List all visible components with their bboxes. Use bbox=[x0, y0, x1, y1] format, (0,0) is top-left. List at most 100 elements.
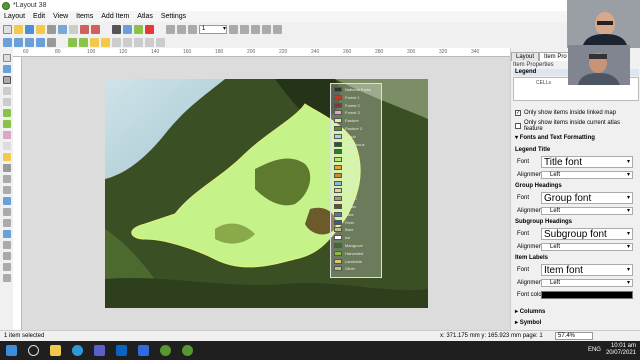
layout-canvas[interactable]: National Parks Forest 1 Forest 2 Forest 3 Pa… bbox=[22, 57, 510, 330]
group-font-button[interactable]: Group font ▾ bbox=[541, 192, 633, 204]
raise-icon[interactable] bbox=[112, 37, 121, 47]
page-setup-icon[interactable] bbox=[58, 24, 67, 34]
ungroup-icon[interactable] bbox=[101, 37, 110, 47]
atlas-settings-icon[interactable] bbox=[273, 24, 282, 34]
align-left-icon[interactable] bbox=[134, 37, 143, 47]
add-shape-icon[interactable] bbox=[2, 186, 11, 194]
qgis-layout-taskbar-icon[interactable] bbox=[182, 345, 193, 356]
export-pdf-icon[interactable] bbox=[145, 24, 154, 34]
menu-view[interactable]: View bbox=[49, 13, 72, 20]
add-label-icon[interactable] bbox=[2, 142, 11, 150]
section-fonts[interactable]: ▾ Fonts and Text Formatting bbox=[515, 134, 595, 141]
legend-item[interactable]: National Parks Forest 1 Forest 2 Forest 3 Pa… bbox=[330, 83, 382, 278]
app-icon[interactable] bbox=[138, 345, 149, 356]
duplicate-icon[interactable] bbox=[36, 24, 45, 34]
add-3d-map-icon[interactable] bbox=[2, 120, 11, 128]
atlas-page-select[interactable]: 1 ▾ bbox=[199, 24, 227, 34]
atlas-checkbox-row[interactable]: Only show items inside current atlas fea… bbox=[515, 120, 640, 132]
move-content-icon[interactable] bbox=[2, 87, 11, 95]
select-move-icon[interactable] bbox=[2, 76, 11, 84]
clock[interactable]: 10:01 am 20/07/2021 bbox=[606, 343, 636, 357]
print-icon[interactable] bbox=[112, 24, 121, 34]
add-html-icon[interactable] bbox=[2, 230, 11, 238]
add-map-icon[interactable] bbox=[2, 109, 11, 117]
lower-icon[interactable] bbox=[123, 37, 132, 47]
add-marker-icon[interactable] bbox=[2, 197, 11, 205]
legend-label: Exotic bbox=[345, 149, 356, 155]
qgis-taskbar-icon[interactable] bbox=[160, 345, 171, 356]
template-icon[interactable] bbox=[69, 24, 78, 34]
add-fixed-table-icon[interactable] bbox=[2, 252, 11, 260]
atlas-checkbox[interactable] bbox=[515, 123, 521, 129]
pan-icon[interactable] bbox=[2, 54, 11, 62]
tab-item-properties[interactable]: Item Pro bbox=[539, 52, 572, 61]
new-layout-icon[interactable] bbox=[3, 24, 12, 34]
atlas-export-icon[interactable] bbox=[262, 24, 271, 34]
menu-layout[interactable]: Layout bbox=[0, 13, 29, 20]
atlas-prev-icon[interactable] bbox=[188, 24, 197, 34]
zoom-select[interactable]: 57.4% bbox=[555, 332, 593, 340]
zoom-full-icon[interactable] bbox=[3, 37, 12, 47]
export-svg-icon[interactable] bbox=[134, 24, 143, 34]
menu-edit[interactable]: Edit bbox=[29, 13, 49, 20]
section-columns[interactable]: ▸ Columns bbox=[515, 308, 545, 315]
edit-nodes-icon[interactable] bbox=[2, 98, 11, 106]
language-indicator[interactable]: ENG bbox=[588, 347, 601, 353]
subgroup-font-button[interactable]: Subgroup font ▾ bbox=[541, 228, 633, 240]
refresh-icon[interactable] bbox=[47, 37, 56, 47]
zoom-actual-icon[interactable] bbox=[36, 37, 45, 47]
atlas-next-icon[interactable] bbox=[229, 24, 238, 34]
item-font-button[interactable]: Item font ▾ bbox=[541, 264, 633, 276]
windows-start-icon[interactable] bbox=[6, 345, 17, 356]
atlas-first-icon[interactable] bbox=[177, 24, 186, 34]
atlas-print-icon[interactable] bbox=[251, 24, 260, 34]
add-polyline-icon[interactable] bbox=[2, 274, 11, 282]
map-item[interactable]: National Parks Forest 1 Forest 2 Forest 3 Pa… bbox=[105, 79, 428, 308]
menu-add-item[interactable]: Add Item bbox=[97, 13, 133, 20]
add-polygon-icon[interactable] bbox=[2, 263, 11, 271]
layout-page[interactable]: National Parks Forest 1 Forest 2 Forest 3 Pa… bbox=[105, 79, 428, 308]
layout-manager-icon[interactable] bbox=[47, 24, 56, 34]
add-table-icon[interactable] bbox=[2, 219, 11, 227]
section-symbol[interactable]: ▸ Symbol bbox=[515, 319, 541, 326]
menu-atlas[interactable]: Atlas bbox=[133, 13, 157, 20]
group-icon[interactable] bbox=[90, 37, 99, 47]
zoom-out-icon[interactable] bbox=[25, 37, 34, 47]
file-explorer-icon[interactable] bbox=[50, 345, 61, 356]
add-attribute-table-icon[interactable] bbox=[2, 241, 11, 249]
tab-layout[interactable]: Layout bbox=[511, 52, 540, 61]
save-icon[interactable] bbox=[25, 24, 34, 34]
search-icon[interactable] bbox=[28, 345, 39, 356]
lock-items-icon[interactable] bbox=[68, 37, 77, 47]
atlas-preview-icon[interactable] bbox=[166, 24, 175, 34]
linked-map-checkbox[interactable]: ✓ bbox=[515, 110, 521, 116]
title-alignment-select[interactable]: Left ▾ bbox=[541, 171, 633, 179]
zoom-in-icon[interactable] bbox=[14, 37, 23, 47]
menu-items[interactable]: Items bbox=[72, 13, 97, 20]
font-color-button[interactable] bbox=[541, 291, 633, 299]
unlock-items-icon[interactable] bbox=[79, 37, 88, 47]
add-legend-icon[interactable] bbox=[2, 153, 11, 161]
group-alignment-select[interactable]: Left ▾ bbox=[541, 207, 633, 215]
redo-icon[interactable] bbox=[91, 24, 100, 34]
resize-icon[interactable] bbox=[156, 37, 165, 47]
export-image-icon[interactable] bbox=[123, 24, 132, 34]
add-picture-icon[interactable] bbox=[2, 131, 11, 139]
atlas-last-icon[interactable] bbox=[240, 24, 249, 34]
item-alignment-select[interactable]: Left ▾ bbox=[541, 279, 633, 287]
outlook-icon[interactable] bbox=[116, 345, 127, 356]
distribute-icon[interactable] bbox=[145, 37, 154, 47]
zoom-tool-icon[interactable] bbox=[2, 65, 11, 73]
subgroup-alignment-select[interactable]: Left ▾ bbox=[541, 243, 633, 251]
add-arrow-icon[interactable] bbox=[2, 208, 11, 216]
undo-icon[interactable] bbox=[80, 24, 89, 34]
linked-map-checkbox-row[interactable]: ✓ Only show items inside linked map bbox=[515, 110, 616, 116]
add-north-arrow-icon[interactable] bbox=[2, 175, 11, 183]
open-icon[interactable] bbox=[14, 24, 23, 34]
title-font-button[interactable]: Title font ▾ bbox=[541, 156, 633, 168]
menu-settings[interactable]: Settings bbox=[157, 13, 190, 20]
teams-icon[interactable] bbox=[94, 345, 105, 356]
add-scalebar-icon[interactable] bbox=[2, 164, 11, 172]
list-item[interactable]: CELLs bbox=[536, 80, 551, 86]
edge-icon[interactable] bbox=[72, 345, 83, 356]
